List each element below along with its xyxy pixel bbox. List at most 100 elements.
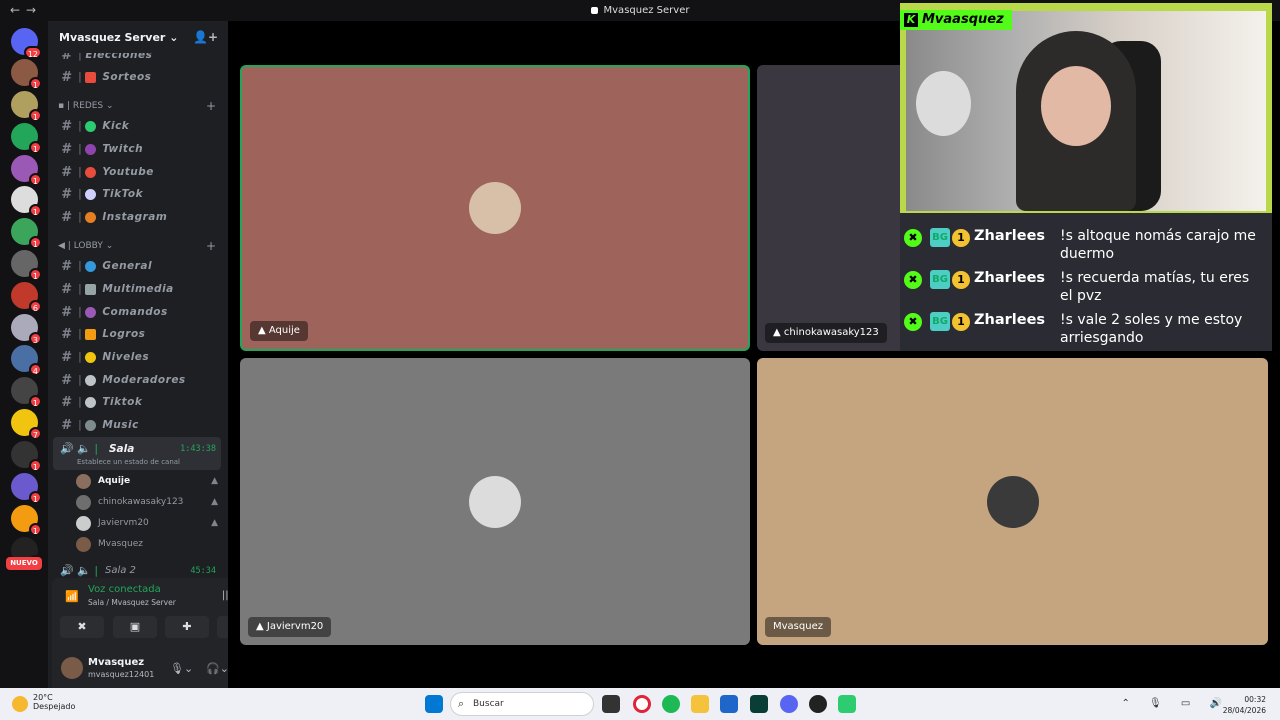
- server-icon[interactable]: 1: [11, 123, 42, 154]
- app-icon[interactable]: [838, 695, 856, 713]
- hash-icon: #: [61, 118, 73, 134]
- channel-instagram[interactable]: # | Instagram: [54, 207, 222, 227]
- channel-twitch[interactable]: # | Twitch: [54, 139, 222, 159]
- signal-icon: 📶: [65, 590, 79, 603]
- channel-sorteos[interactable]: # | Sorteos: [54, 67, 222, 87]
- channel-label: TikTok: [102, 188, 144, 200]
- sub-badge: 1: [952, 229, 970, 247]
- headphones-icon[interactable]: 🎧⌄: [206, 662, 228, 675]
- weather-widget[interactable]: 20°C Despejado: [12, 693, 75, 712]
- channel-label: Twitch: [102, 143, 144, 155]
- avatar: [76, 494, 91, 510]
- channel-music[interactable]: # | Music: [54, 415, 222, 435]
- voice-member[interactable]: Mvasquez: [76, 534, 222, 554]
- system-tray[interactable]: ⌃ 🎙 ▭ 🔊: [1121, 698, 1230, 709]
- participant-name: ▲ chinokawasaky123: [765, 323, 887, 343]
- robot-icon: [85, 306, 97, 318]
- user-area[interactable]: Mvasquez mvasquez12401 🎙⌄ 🎧⌄ ⚙: [52, 651, 228, 688]
- hash-icon: #: [61, 349, 73, 365]
- soundboard-button[interactable]: ♪: [217, 616, 228, 638]
- chat-text: !s recuerda matías, tu eres el pvz: [1060, 270, 1250, 304]
- category-redes[interactable]: ▪ | REDES ⌄ +: [58, 99, 218, 113]
- playstation-icon: ▲: [211, 497, 218, 507]
- voice-member[interactable]: chinokawasaky123 ▲: [76, 492, 222, 512]
- add-channel-icon[interactable]: +: [206, 99, 216, 113]
- add-user-icon[interactable]: 👤+: [193, 30, 218, 44]
- server-icon[interactable]: 1: [11, 59, 42, 90]
- playstation-icon: ▲: [258, 325, 269, 336]
- channel-niveles[interactable]: # | Niveles: [54, 347, 222, 367]
- server-icon[interactable]: 1: [11, 250, 42, 281]
- server-icon[interactable]: 6: [11, 282, 42, 313]
- server-icon[interactable]: 7: [11, 409, 42, 440]
- add-channel-icon[interactable]: +: [206, 239, 216, 253]
- server-icon[interactable]: 1: [11, 91, 42, 122]
- headphones-icon: [85, 419, 97, 431]
- kick-icon: [85, 120, 97, 132]
- clock[interactable]: 00:32 28/04/2026: [1223, 694, 1266, 716]
- hash-icon: #: [61, 326, 73, 342]
- channel-moderadores[interactable]: # | Moderadores: [54, 370, 222, 390]
- server-icon[interactable]: 1: [11, 377, 42, 408]
- kick-badge-icon: ✖: [904, 229, 922, 247]
- server-header[interactable]: Mvasquez Server ⌄ 👤+: [48, 21, 228, 53]
- trophy-icon: [85, 328, 97, 340]
- participant-name: Mvasquez: [765, 617, 831, 637]
- camera-off-button[interactable]: ✖: [60, 616, 104, 638]
- server-icon[interactable]: 1: [11, 441, 42, 472]
- server-icon[interactable]: 1: [11, 218, 42, 249]
- channel-general[interactable]: # | General: [54, 256, 222, 276]
- user-tag: mvasquez12401: [88, 670, 155, 679]
- voice-member[interactable]: Aquije ▲: [76, 471, 222, 491]
- unread-badge: 3: [28, 332, 42, 345]
- microphone-icon[interactable]: 🎙⌄: [170, 662, 193, 675]
- screen-share-button[interactable]: ▣: [113, 616, 157, 638]
- activities-button[interactable]: ✚: [165, 616, 209, 638]
- voice-connected-label[interactable]: Voz conectada: [88, 584, 161, 595]
- file-explorer-icon[interactable]: [691, 695, 709, 713]
- obs-icon[interactable]: [809, 695, 827, 713]
- bg-badge: BG: [930, 312, 950, 331]
- voice-channel-path[interactable]: Sala / Mvasquez Server: [88, 598, 176, 607]
- webcam-feed: [906, 11, 1266, 211]
- participant-label: Javiervm20: [266, 621, 324, 632]
- hash-icon: #: [61, 394, 73, 410]
- category-label: REDES: [72, 101, 104, 111]
- hash-icon: #: [61, 69, 73, 85]
- search-box[interactable]: ⌕ Buscar: [450, 692, 594, 716]
- channel-tiktok-lobby[interactable]: # | Tiktok: [54, 392, 222, 412]
- channel-kick[interactable]: # | Kick: [54, 116, 222, 136]
- hash-icon: #: [61, 281, 73, 297]
- voice-channel-sala[interactable]: 🔊 🔈 | Sala 1:43:38 Establece un estado d…: [53, 437, 221, 470]
- unread-badge: 1: [28, 77, 42, 90]
- spotify-icon[interactable]: [662, 695, 680, 713]
- terminal-icon[interactable]: [750, 695, 768, 713]
- channel-status[interactable]: Establece un estado de canal: [77, 458, 180, 466]
- member-name: Aquije: [98, 476, 131, 486]
- server-icon[interactable]: 3: [11, 314, 42, 345]
- task-view-icon[interactable]: [602, 695, 620, 713]
- voice-member[interactable]: Javiervm20 ▲: [76, 513, 222, 533]
- server-icon[interactable]: 1: [11, 473, 42, 504]
- video-tile-javiervm20[interactable]: ▲ Javiervm20: [240, 358, 750, 645]
- video-tile-mvasquez[interactable]: Mvasquez: [757, 358, 1268, 645]
- discord-icon[interactable]: [780, 695, 798, 713]
- channel-youtube[interactable]: # | Youtube: [54, 162, 222, 182]
- server-icon[interactable]: 1: [11, 186, 42, 217]
- channel-multimedia[interactable]: # | Multimedia: [54, 279, 222, 299]
- windows-start-icon[interactable]: [425, 695, 443, 713]
- server-icon[interactable]: 1: [11, 505, 42, 536]
- channel-comandos[interactable]: # | Comandos: [54, 302, 222, 322]
- category-lobby[interactable]: ◀ | LOBBY ⌄ +: [58, 239, 218, 253]
- store-icon[interactable]: [720, 695, 738, 713]
- server-icon[interactable]: 1: [11, 155, 42, 186]
- date: 28/04/2026: [1222, 706, 1266, 715]
- server-icon[interactable]: 4: [11, 345, 42, 376]
- direct-messages-icon[interactable]: 12: [11, 28, 42, 59]
- hash-icon: #: [61, 209, 73, 225]
- channel-tiktok[interactable]: # | TikTok: [54, 184, 222, 204]
- channel-logros[interactable]: # | Logros: [54, 324, 222, 344]
- opera-icon[interactable]: [633, 695, 651, 713]
- video-tile-aquije[interactable]: ▲ Aquije: [240, 65, 750, 351]
- channel-elecciones[interactable]: # | Elecciones: [54, 53, 222, 65]
